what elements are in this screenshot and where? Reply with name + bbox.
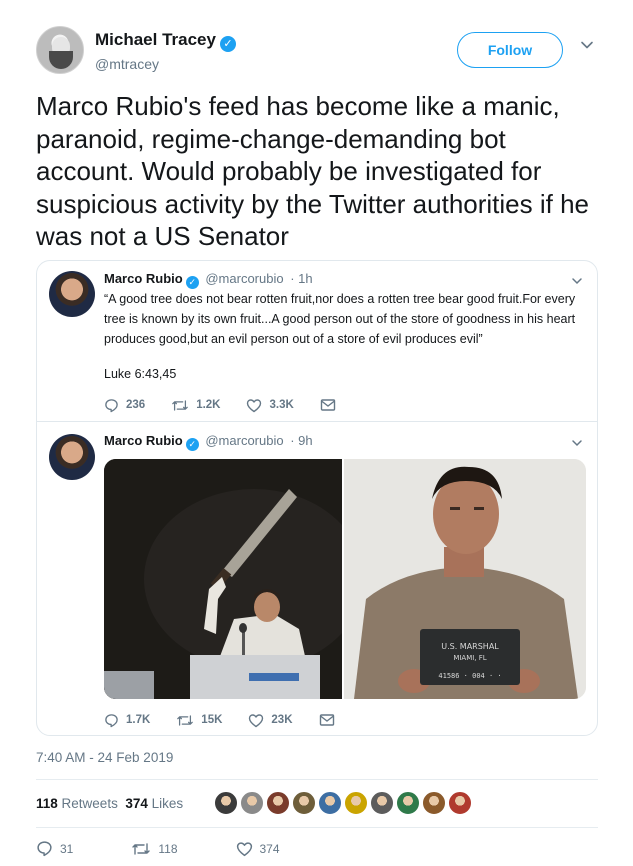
retweet-icon — [177, 714, 194, 726]
quoted-tweet-text: “A good tree does not bear rotten fruit,… — [104, 292, 576, 346]
liker-avatar[interactable] — [344, 791, 368, 815]
quoted-tweet-citation: Luke 6:43,45 — [104, 367, 177, 381]
quoted-tweet-actions: 1.7K 15K 23K — [104, 710, 361, 730]
heart-icon — [247, 398, 262, 412]
retweet-icon — [132, 842, 151, 855]
mugshot-photo-image: U.S. MARSHAL MIAMI, FL 41586 · 004 · · — [344, 459, 586, 699]
tweet-header: Michael Tracey ✓ @mtracey Follow — [36, 26, 608, 78]
divider — [36, 827, 598, 828]
like-action[interactable]: 374 — [236, 840, 280, 857]
quoted-tweet-time[interactable]: · 9h — [290, 433, 312, 448]
chevron-down-icon[interactable] — [571, 437, 583, 449]
likes-stat[interactable]: 374 Likes — [125, 796, 183, 811]
like-count: 374 — [259, 841, 280, 856]
reply-count: 1.7K — [126, 714, 151, 726]
envelope-icon — [320, 399, 335, 411]
liker-avatar[interactable] — [448, 791, 472, 815]
quoted-author-avatar[interactable] — [49, 434, 95, 480]
like-action[interactable]: 3.3K — [246, 398, 294, 413]
heart-icon — [249, 713, 264, 727]
message-action[interactable] — [320, 398, 336, 412]
liker-avatars — [214, 791, 474, 817]
quoted-author-handle[interactable]: @marcorubio — [205, 433, 283, 448]
quoted-tweet-actions: 236 1.2K 3.3K — [104, 395, 362, 415]
reply-count: 236 — [126, 399, 146, 411]
author-avatar[interactable] — [36, 26, 84, 74]
machete-photo-image — [104, 459, 342, 699]
like-action[interactable]: 23K — [248, 713, 293, 728]
reply-action[interactable]: 1.7K — [104, 713, 150, 728]
author-name-text[interactable]: Michael Tracey — [95, 30, 216, 49]
photo-mugshot[interactable]: U.S. MARSHAL MIAMI, FL 41586 · 004 · · — [344, 459, 586, 699]
liker-avatar[interactable] — [214, 791, 238, 815]
quoted-author-handle[interactable]: @marcorubio — [205, 271, 283, 286]
retweets-count: 118 — [36, 796, 58, 811]
liker-avatar[interactable] — [422, 791, 446, 815]
message-action[interactable] — [319, 713, 335, 727]
follow-button[interactable]: Follow — [457, 32, 563, 68]
tweet-text: Marco Rubio's feed has become like a man… — [36, 91, 589, 251]
liker-avatar[interactable] — [396, 791, 420, 815]
retweet-action[interactable]: 1.2K — [171, 398, 220, 413]
placard-line-1: U.S. MARSHAL — [441, 642, 499, 651]
reply-icon — [105, 398, 118, 412]
retweet-action[interactable]: 15K — [176, 713, 222, 728]
author-name[interactable]: Michael Tracey ✓ — [95, 30, 236, 52]
verified-badge-icon: ✓ — [185, 276, 199, 289]
quoted-tweet[interactable]: Marco Rubio ✓ @marcorubio · 9h U.S. MARS… — [36, 421, 598, 736]
chevron-down-icon[interactable] — [571, 275, 583, 287]
quoted-tweet-header: Marco Rubio ✓ @marcorubio · 1h — [104, 271, 313, 289]
retweet-count: 15K — [201, 714, 223, 726]
liker-avatar[interactable] — [370, 791, 394, 815]
quoted-author-name[interactable]: Marco Rubio — [104, 433, 183, 448]
liker-avatar[interactable] — [266, 791, 290, 815]
retweet-count: 1.2K — [196, 399, 221, 411]
liker-avatar[interactable] — [240, 791, 264, 815]
quoted-tweet[interactable]: Marco Rubio ✓ @marcorubio · 1h “A good tr… — [36, 260, 598, 422]
retweet-action[interactable]: 118 — [131, 840, 178, 857]
reply-count: 31 — [60, 841, 74, 856]
tweet-timestamp[interactable]: 7:40 AM - 24 Feb 2019 — [36, 750, 173, 765]
quoted-author-avatar[interactable] — [49, 271, 95, 317]
reply-action[interactable]: 31 — [36, 840, 73, 857]
quoted-author-name[interactable]: Marco Rubio — [104, 271, 183, 286]
divider — [36, 779, 598, 780]
tweet-actions: 31 118 374 — [36, 840, 338, 857]
placard-line-3: 41586 · 004 · · — [438, 672, 501, 680]
liker-avatar[interactable] — [292, 791, 316, 815]
verified-badge-icon: ✓ — [219, 36, 236, 52]
tweet-photos[interactable]: U.S. MARSHAL MIAMI, FL 41586 · 004 · · — [104, 459, 586, 699]
quoted-tweet-header: Marco Rubio ✓ @marcorubio · 9h — [104, 433, 313, 451]
quoted-tweet-time[interactable]: · 1h — [290, 271, 312, 286]
tweet-stats: 118 Retweets 374 Likes — [36, 796, 183, 811]
likes-label: Likes — [151, 796, 184, 811]
reply-action[interactable]: 236 — [104, 398, 145, 413]
liker-avatar[interactable] — [318, 791, 342, 815]
retweet-icon — [172, 399, 189, 411]
retweets-stat[interactable]: 118 Retweets — [36, 796, 118, 811]
author-handle[interactable]: @mtracey — [95, 56, 159, 72]
verified-badge-icon: ✓ — [185, 438, 199, 451]
placard-line-2: MIAMI, FL — [453, 654, 486, 662]
likes-count: 374 — [125, 796, 148, 811]
like-count: 23K — [271, 714, 293, 726]
retweets-label: Retweets — [61, 796, 118, 811]
envelope-icon — [319, 714, 334, 726]
photo-machete-rally[interactable] — [104, 459, 342, 699]
reply-icon — [105, 713, 118, 727]
heart-icon — [236, 841, 252, 856]
chevron-down-icon[interactable] — [580, 38, 594, 52]
retweet-count: 118 — [158, 841, 178, 856]
reply-icon — [37, 841, 52, 857]
like-count: 3.3K — [269, 399, 294, 411]
